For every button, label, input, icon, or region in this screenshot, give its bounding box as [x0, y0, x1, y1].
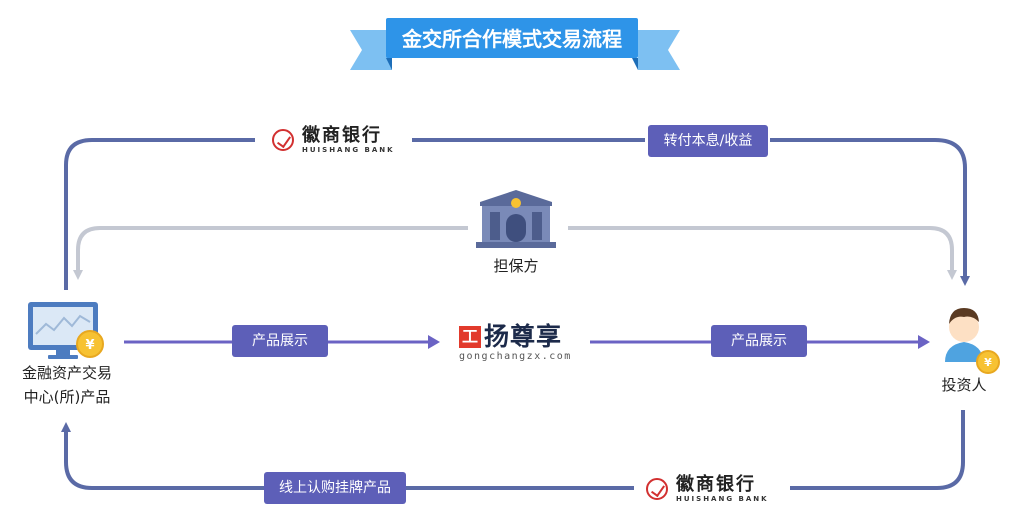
tag-product-display-left: 产品展示 [232, 325, 328, 357]
source-label-line1: 金融资产交易 [21, 364, 112, 382]
tag-online-subscribe: 线上认购挂牌产品 [264, 472, 406, 504]
bank-emblem-icon [272, 129, 294, 151]
bank-subtitle: HUISHANG BANK [676, 494, 769, 503]
platform-mark-icon: 工 [459, 326, 481, 348]
bank-name: 徽商银行 [676, 473, 756, 495]
bottom-flow-line [66, 410, 965, 490]
page-title: 金交所合作模式交易流程 [402, 27, 622, 51]
tag-product-display-right: 产品展示 [711, 325, 807, 357]
bank-logo-top: 徽商银行 HUISHANG BANK [266, 125, 401, 155]
computer-icon: ¥ [28, 302, 104, 359]
bank-logo-bottom: 徽商银行 HUISHANG BANK [640, 474, 775, 504]
tag-repay-interest: 转付本息/收益 [648, 125, 768, 157]
guarantee-line-left [73, 226, 468, 280]
investor-icon: ¥ [945, 308, 1000, 374]
source-label: 金融资产交易 中心(所)产品 [8, 361, 126, 409]
bank-subtitle: HUISHANG BANK [302, 145, 395, 154]
svg-text:¥: ¥ [984, 356, 992, 369]
source-label-line2: 中心(所)产品 [23, 388, 111, 406]
platform-name: 扬尊享 [484, 322, 563, 351]
platform-url: gongchangzx.com [459, 351, 572, 362]
investor-label: 投资人 [941, 376, 987, 394]
svg-text:¥: ¥ [85, 338, 94, 353]
platform-logo: 工 扬尊享 gongchangzx.com [452, 322, 582, 366]
guarantee-line-right [568, 226, 957, 280]
guarantor-label: 担保方 [493, 257, 539, 275]
bank-emblem-icon [646, 478, 668, 500]
bank-name: 徽商银行 [302, 124, 382, 146]
building-icon [476, 190, 556, 248]
